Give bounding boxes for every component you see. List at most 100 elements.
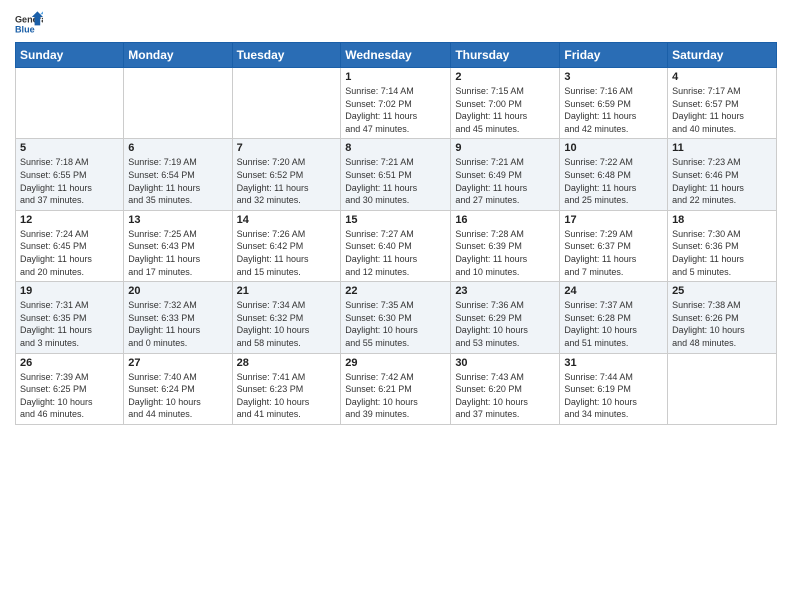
day-number: 5 bbox=[20, 142, 119, 154]
page-container: General Blue SundayMondayTuesdayWednesda… bbox=[0, 0, 792, 435]
weekday-header-sunday: Sunday bbox=[16, 43, 124, 68]
calendar-cell: 17 Sunrise: 7:29 AM Sunset: 6:37 PM Dayli… bbox=[560, 210, 668, 281]
calendar-week-1: 1 Sunrise: 7:14 AM Sunset: 7:02 PM Daylig… bbox=[16, 68, 777, 139]
day-info: Sunrise: 7:40 AM Sunset: 6:24 PM Dayligh… bbox=[128, 371, 227, 421]
calendar-cell: 18Sunrise: 7:30 AM Sunset: 6:36 PM Dayli… bbox=[668, 210, 777, 281]
day-info: Sunrise: 7:37 AM Sunset: 6:28 PM Dayligh… bbox=[564, 299, 663, 349]
day-info: Sunrise: 7:21 AM Sunset: 6:51 PM Dayligh… bbox=[345, 156, 446, 206]
calendar-cell: 31 Sunrise: 7:44 AM Sunset: 6:19 PM Dayli… bbox=[560, 353, 668, 424]
calendar-cell: 1 Sunrise: 7:14 AM Sunset: 7:02 PM Daylig… bbox=[341, 68, 451, 139]
calendar-header-row: SundayMondayTuesdayWednesdayThursdayFrid… bbox=[16, 43, 777, 68]
calendar-cell: 5Sunrise: 7:18 AM Sunset: 6:55 PM Daylig… bbox=[16, 139, 124, 210]
day-number: 12 bbox=[20, 214, 119, 226]
weekday-header-saturday: Saturday bbox=[668, 43, 777, 68]
day-info: Sunrise: 7:39 AM Sunset: 6:25 PM Dayligh… bbox=[20, 371, 119, 421]
day-number: 30 bbox=[455, 357, 555, 369]
day-number: 29 bbox=[345, 357, 446, 369]
day-info: Sunrise: 7:24 AM Sunset: 6:45 PM Dayligh… bbox=[20, 228, 119, 278]
day-info: Sunrise: 7:25 AM Sunset: 6:43 PM Dayligh… bbox=[128, 228, 227, 278]
calendar-cell: 4 Sunrise: 7:17 AM Sunset: 6:57 PM Daylig… bbox=[668, 68, 777, 139]
calendar-cell bbox=[124, 68, 232, 139]
calendar-cell: 26 Sunrise: 7:39 AM Sunset: 6:25 PM Dayli… bbox=[16, 353, 124, 424]
day-number: 1 bbox=[345, 71, 446, 83]
calendar-cell: 6 Sunrise: 7:19 AM Sunset: 6:54 PM Daylig… bbox=[124, 139, 232, 210]
day-number: 6 bbox=[128, 142, 227, 154]
day-number: 16 bbox=[455, 214, 555, 226]
calendar-cell: 28Sunrise: 7:41 AM Sunset: 6:23 PM Dayli… bbox=[232, 353, 341, 424]
day-number: 2 bbox=[455, 71, 555, 83]
day-info: Sunrise: 7:42 AM Sunset: 6:21 PM Dayligh… bbox=[345, 371, 446, 421]
day-info: Sunrise: 7:26 AM Sunset: 6:42 PM Dayligh… bbox=[237, 228, 337, 278]
day-number: 25 bbox=[672, 285, 772, 297]
calendar-week-4: 19 Sunrise: 7:31 AM Sunset: 6:35 PM Dayli… bbox=[16, 282, 777, 353]
day-info: Sunrise: 7:43 AM Sunset: 6:20 PM Dayligh… bbox=[455, 371, 555, 421]
day-info: Sunrise: 7:29 AM Sunset: 6:37 PM Dayligh… bbox=[564, 228, 663, 278]
calendar-cell: 12 Sunrise: 7:24 AM Sunset: 6:45 PM Dayli… bbox=[16, 210, 124, 281]
day-info: Sunrise: 7:32 AM Sunset: 6:33 PM Dayligh… bbox=[128, 299, 227, 349]
calendar-cell: 21 Sunrise: 7:34 AM Sunset: 6:32 PM Dayli… bbox=[232, 282, 341, 353]
day-number: 24 bbox=[564, 285, 663, 297]
day-number: 26 bbox=[20, 357, 119, 369]
day-info: Sunrise: 7:14 AM Sunset: 7:02 PM Dayligh… bbox=[345, 85, 446, 135]
day-info: Sunrise: 7:35 AM Sunset: 6:30 PM Dayligh… bbox=[345, 299, 446, 349]
day-info: Sunrise: 7:44 AM Sunset: 6:19 PM Dayligh… bbox=[564, 371, 663, 421]
day-info: Sunrise: 7:15 AM Sunset: 7:00 PM Dayligh… bbox=[455, 85, 555, 135]
weekday-header-monday: Monday bbox=[124, 43, 232, 68]
day-info: Sunrise: 7:21 AM Sunset: 6:49 PM Dayligh… bbox=[455, 156, 555, 206]
day-number: 23 bbox=[455, 285, 555, 297]
calendar-cell: 16 Sunrise: 7:28 AM Sunset: 6:39 PM Dayli… bbox=[451, 210, 560, 281]
day-info: Sunrise: 7:20 AM Sunset: 6:52 PM Dayligh… bbox=[237, 156, 337, 206]
calendar-cell: 7 Sunrise: 7:20 AM Sunset: 6:52 PM Daylig… bbox=[232, 139, 341, 210]
svg-text:Blue: Blue bbox=[15, 24, 35, 34]
day-number: 8 bbox=[345, 142, 446, 154]
day-number: 22 bbox=[345, 285, 446, 297]
day-info: Sunrise: 7:19 AM Sunset: 6:54 PM Dayligh… bbox=[128, 156, 227, 206]
day-number: 11 bbox=[672, 142, 772, 154]
header: General Blue bbox=[15, 10, 777, 38]
calendar-cell: 22 Sunrise: 7:35 AM Sunset: 6:30 PM Dayli… bbox=[341, 282, 451, 353]
day-number: 10 bbox=[564, 142, 663, 154]
day-info: Sunrise: 7:17 AM Sunset: 6:57 PM Dayligh… bbox=[672, 85, 772, 135]
calendar-cell: 13Sunrise: 7:25 AM Sunset: 6:43 PM Dayli… bbox=[124, 210, 232, 281]
day-info: Sunrise: 7:28 AM Sunset: 6:39 PM Dayligh… bbox=[455, 228, 555, 278]
day-info: Sunrise: 7:23 AM Sunset: 6:46 PM Dayligh… bbox=[672, 156, 772, 206]
logo: General Blue bbox=[15, 10, 43, 38]
day-info: Sunrise: 7:22 AM Sunset: 6:48 PM Dayligh… bbox=[564, 156, 663, 206]
calendar-week-5: 26 Sunrise: 7:39 AM Sunset: 6:25 PM Dayli… bbox=[16, 353, 777, 424]
day-number: 19 bbox=[20, 285, 119, 297]
day-number: 18 bbox=[672, 214, 772, 226]
calendar-cell: 25Sunrise: 7:38 AM Sunset: 6:26 PM Dayli… bbox=[668, 282, 777, 353]
day-number: 9 bbox=[455, 142, 555, 154]
calendar-week-2: 5Sunrise: 7:18 AM Sunset: 6:55 PM Daylig… bbox=[16, 139, 777, 210]
day-number: 28 bbox=[237, 357, 337, 369]
day-info: Sunrise: 7:34 AM Sunset: 6:32 PM Dayligh… bbox=[237, 299, 337, 349]
day-number: 7 bbox=[237, 142, 337, 154]
day-number: 21 bbox=[237, 285, 337, 297]
day-info: Sunrise: 7:31 AM Sunset: 6:35 PM Dayligh… bbox=[20, 299, 119, 349]
day-number: 15 bbox=[345, 214, 446, 226]
calendar-cell: 27Sunrise: 7:40 AM Sunset: 6:24 PM Dayli… bbox=[124, 353, 232, 424]
weekday-header-friday: Friday bbox=[560, 43, 668, 68]
day-info: Sunrise: 7:36 AM Sunset: 6:29 PM Dayligh… bbox=[455, 299, 555, 349]
calendar-cell: 10 Sunrise: 7:22 AM Sunset: 6:48 PM Dayli… bbox=[560, 139, 668, 210]
calendar-cell: 3 Sunrise: 7:16 AM Sunset: 6:59 PM Daylig… bbox=[560, 68, 668, 139]
calendar-cell: 30 Sunrise: 7:43 AM Sunset: 6:20 PM Dayli… bbox=[451, 353, 560, 424]
calendar-cell: 9 Sunrise: 7:21 AM Sunset: 6:49 PM Daylig… bbox=[451, 139, 560, 210]
day-number: 20 bbox=[128, 285, 227, 297]
day-info: Sunrise: 7:16 AM Sunset: 6:59 PM Dayligh… bbox=[564, 85, 663, 135]
weekday-header-thursday: Thursday bbox=[451, 43, 560, 68]
day-number: 3 bbox=[564, 71, 663, 83]
day-number: 31 bbox=[564, 357, 663, 369]
day-number: 4 bbox=[672, 71, 772, 83]
day-info: Sunrise: 7:27 AM Sunset: 6:40 PM Dayligh… bbox=[345, 228, 446, 278]
day-number: 17 bbox=[564, 214, 663, 226]
calendar-cell: 2 Sunrise: 7:15 AM Sunset: 7:00 PM Daylig… bbox=[451, 68, 560, 139]
logo-icon: General Blue bbox=[15, 10, 43, 38]
calendar-cell: 29 Sunrise: 7:42 AM Sunset: 6:21 PM Dayli… bbox=[341, 353, 451, 424]
calendar-cell: 14Sunrise: 7:26 AM Sunset: 6:42 PM Dayli… bbox=[232, 210, 341, 281]
calendar-cell: 8 Sunrise: 7:21 AM Sunset: 6:51 PM Daylig… bbox=[341, 139, 451, 210]
calendar-cell: 19 Sunrise: 7:31 AM Sunset: 6:35 PM Dayli… bbox=[16, 282, 124, 353]
calendar-cell bbox=[232, 68, 341, 139]
weekday-header-wednesday: Wednesday bbox=[341, 43, 451, 68]
calendar-cell: 20 Sunrise: 7:32 AM Sunset: 6:33 PM Dayli… bbox=[124, 282, 232, 353]
